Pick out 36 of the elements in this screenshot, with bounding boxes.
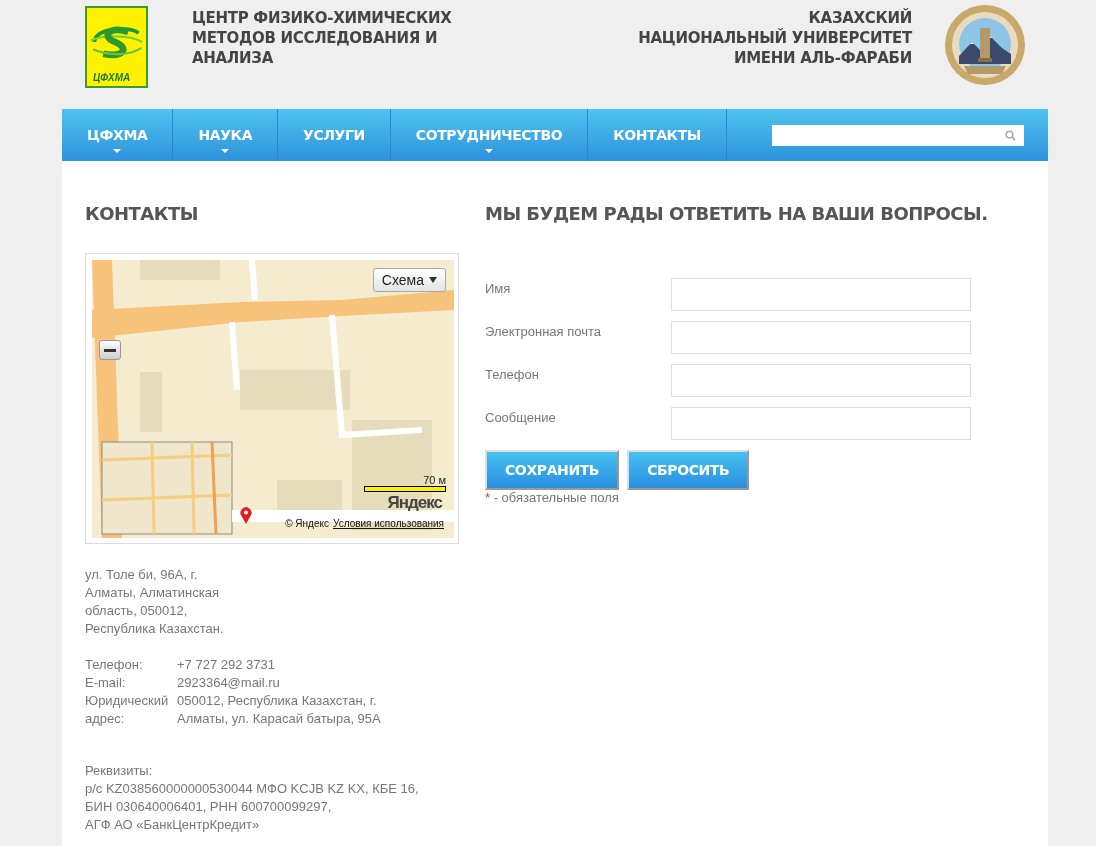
- field-label: Сообщение: [485, 409, 556, 427]
- detail-value: 2923364@mail.ru: [177, 674, 281, 692]
- detail-label: E-mail:: [85, 674, 127, 692]
- input-field[interactable]: [671, 321, 971, 354]
- input-field[interactable]: [671, 278, 971, 311]
- input-field[interactable]: [671, 407, 971, 440]
- field-label: Телефон: [485, 366, 539, 384]
- address-text: ул. Толе би, 96А, г. Алматы, Алматинская область, 050012, Республика Казахстан.: [85, 566, 225, 638]
- copyright-text: © Яндекс: [285, 518, 329, 529]
- emblem-icon[interactable]: [944, 4, 1026, 86]
- zoom-out-button[interactable]: [99, 340, 121, 360]
- field-label: Электронная почта: [485, 323, 601, 341]
- scale-label: 70 м: [423, 474, 446, 486]
- field-label: Имя: [485, 280, 511, 298]
- location-pin-icon[interactable]: [240, 507, 252, 524]
- form-button[interactable]: СОХРАНИТЬ: [485, 450, 620, 490]
- required-note: - обязательные поля: [492, 490, 619, 505]
- search-icon[interactable]: [1005, 129, 1016, 141]
- site-title: ЦЕНТР ФИЗИКО-ХИМИЧЕСКИХ МЕТОДОВ ИССЛЕДОВАНИЯ И АНАЛИЗА: [192, 8, 452, 68]
- requisites-text: Реквизиты: р/с KZ038560000000530044 МФО KCJB KZ KX, КБЕ 16, БИН 030640006401, РНН 600700099297, АГФ АО «БанкЦентрКредит»: [85, 762, 420, 834]
- search-field[interactable]: [772, 124, 1024, 146]
- detail-label: Телефон:: [85, 656, 144, 674]
- logo[interactable]: ЦФХМА: [85, 6, 148, 88]
- section-heading: МЫ БУДЕМ РАДЫ ОТВЕТИТЬ НА ВАШИ ВОПРОСЫ.: [485, 203, 988, 224]
- section-heading: КОНТАКТЫ: [85, 203, 199, 224]
- detail-value: 050012, Республика Казахстан, г. Алматы, ул. Карасай батыра, 95А: [177, 692, 382, 728]
- detail-value: +7 727 292 3731: [177, 656, 276, 674]
- input-field[interactable]: [671, 364, 971, 397]
- form-button[interactable]: СБРОСИТЬ: [627, 450, 750, 490]
- terms-link[interactable]: Условия использования: [333, 518, 444, 529]
- map-type-dropdown[interactable]: Схема: [372, 268, 446, 292]
- university-name: КАЗАХСКИЙ НАЦИОНАЛЬНЫЙ УНИВЕРСИТЕТ ИМЕНИ АЛЬ-ФАРАБИ: [637, 8, 912, 68]
- required-mark: *: [485, 490, 491, 505]
- caret-icon: [429, 277, 437, 283]
- map-logo: Яндекс: [387, 493, 442, 513]
- logo-text: ЦФХМА: [93, 72, 131, 83]
